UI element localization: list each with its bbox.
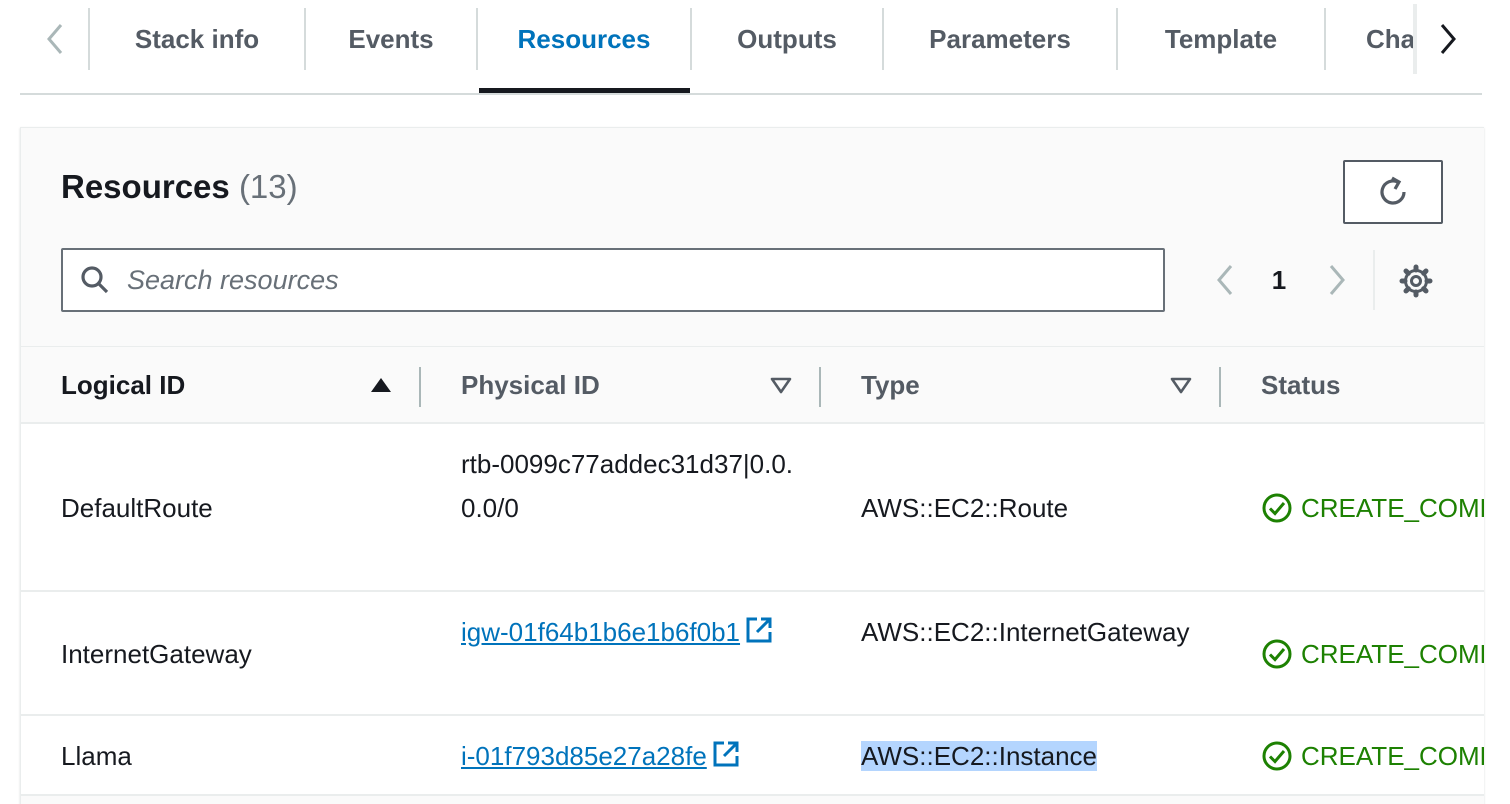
- panel-title: Resources (13): [61, 168, 298, 206]
- check-circle-icon: [1262, 493, 1292, 523]
- type-cell: AWS::EC2::Route: [861, 493, 1069, 523]
- status-cell: CREATE_COMPLETE: [1261, 632, 1484, 676]
- caret-down-outline-icon[interactable]: [769, 373, 793, 397]
- chevron-right-icon: [1440, 24, 1456, 54]
- tab-change-sets[interactable]: Cha: [1326, 0, 1413, 78]
- chevron-left-icon: [47, 24, 63, 54]
- column-header-physical-id[interactable]: Physical ID: [461, 347, 600, 423]
- type-cell: AWS::EC2::InternetGateway: [861, 617, 1190, 647]
- caret-down-outline-icon[interactable]: [1169, 373, 1193, 397]
- previous-page-button[interactable]: [1205, 258, 1245, 302]
- external-link-icon[interactable]: [744, 615, 774, 645]
- tab-scroll-right-button[interactable]: [1413, 0, 1482, 78]
- table-row: Llama i-01f793d85e27a28fe AWS::EC2::Inst…: [21, 716, 1484, 796]
- search-box: [61, 248, 1165, 312]
- search-icon: [63, 250, 127, 310]
- check-circle-icon: [1262, 639, 1292, 669]
- tab-events[interactable]: Events: [306, 0, 476, 78]
- column-resizer[interactable]: [419, 367, 421, 407]
- selected-type-text: AWS::EC2::Instance: [861, 741, 1098, 771]
- physical-id-cell: rtb-0099c77addec31d37|0.0.0.0/0: [461, 449, 794, 523]
- logical-id-cell: DefaultRoute: [61, 493, 213, 523]
- resources-table: Logical ID Physical ID Type Status Defau…: [21, 346, 1484, 796]
- preferences-button[interactable]: [1395, 260, 1437, 302]
- next-page-button[interactable]: [1317, 258, 1357, 302]
- pager-divider: [1373, 250, 1375, 310]
- chevron-right-icon: [1329, 265, 1345, 295]
- refresh-icon: [1380, 176, 1406, 205]
- refresh-button[interactable]: [1343, 160, 1443, 224]
- table-row: InternetGateway igw-01f64b1b6e1b6f0b1 AW…: [21, 592, 1484, 716]
- column-header-status[interactable]: Status: [1261, 347, 1340, 423]
- column-resizer[interactable]: [819, 367, 821, 407]
- resource-count: (13): [238, 168, 298, 205]
- column-resizer[interactable]: [1219, 367, 1221, 407]
- physical-id-cell: igw-01f64b1b6e1b6f0b1: [461, 610, 801, 654]
- logical-id-cell: Llama: [61, 741, 132, 771]
- panel-title-text: Resources: [61, 168, 230, 205]
- physical-id-cell: i-01f793d85e27a28fe: [461, 734, 801, 778]
- external-link-icon[interactable]: [711, 739, 741, 769]
- physical-id-link[interactable]: igw-01f64b1b6e1b6f0b1: [461, 617, 740, 647]
- logical-id-cell: InternetGateway: [61, 639, 252, 669]
- status-cell: CREATE_COMPLETE: [1261, 734, 1484, 778]
- tab-resources[interactable]: Resources: [478, 0, 690, 78]
- status-text: CREATE_COMPLETE: [1301, 493, 1484, 523]
- tab-parameters[interactable]: Parameters: [884, 0, 1116, 78]
- resources-panel: Resources (13) 1: [20, 127, 1484, 804]
- chevron-left-icon: [1217, 265, 1233, 295]
- table-header: Logical ID Physical ID Type Status: [21, 346, 1484, 424]
- gear-icon: [1399, 264, 1433, 298]
- search-input[interactable]: [127, 251, 1147, 309]
- tab-template[interactable]: Template: [1118, 0, 1324, 78]
- caret-up-filled-icon[interactable]: [369, 373, 393, 397]
- tab-bar: Stack info Events Resources Outputs Para…: [20, 0, 1482, 95]
- tab-stack-info[interactable]: Stack info: [90, 0, 304, 78]
- physical-id-link[interactable]: i-01f793d85e27a28fe: [461, 741, 707, 771]
- column-header-type[interactable]: Type: [861, 347, 920, 423]
- page-number-button[interactable]: 1: [1261, 262, 1297, 298]
- tab-scroll-left-button[interactable]: [20, 0, 90, 78]
- status-text: CREATE_COMPLETE: [1301, 639, 1484, 669]
- check-circle-icon: [1262, 741, 1292, 771]
- tab-outputs[interactable]: Outputs: [692, 0, 882, 78]
- type-cell: AWS::EC2::Instance: [861, 734, 1201, 778]
- table-row: DefaultRoute rtb-0099c77addec31d37|0.0.0…: [21, 424, 1484, 592]
- active-tab-indicator: [479, 88, 690, 93]
- status-cell: CREATE_COMPLETE: [1261, 486, 1484, 530]
- status-text: CREATE_COMPLETE: [1301, 741, 1484, 771]
- column-header-logical-id[interactable]: Logical ID: [61, 347, 185, 423]
